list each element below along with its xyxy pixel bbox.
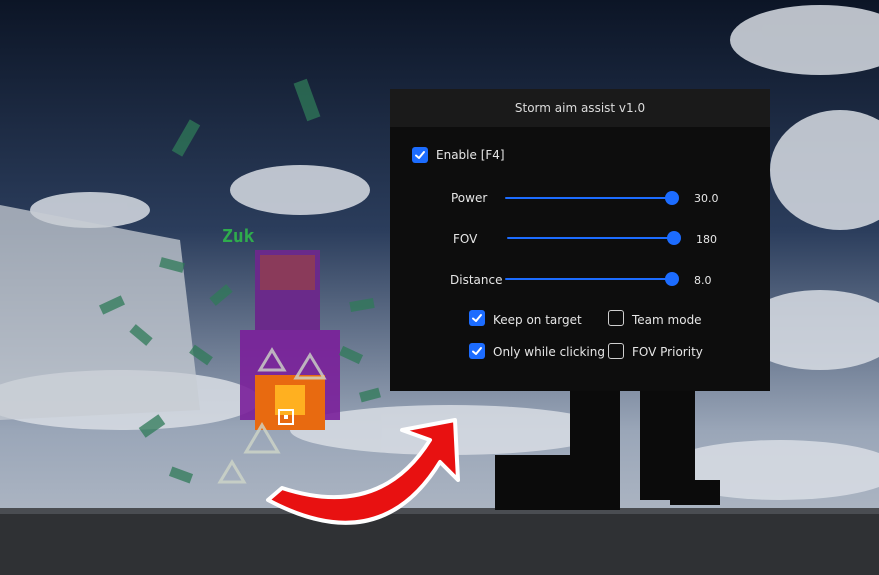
enable-checkbox[interactable] xyxy=(412,147,428,163)
crosshair-icon xyxy=(276,407,296,427)
only-while-clicking-checkbox[interactable] xyxy=(469,343,485,359)
aim-assist-window: Storm aim assist v1.0 Enable [F4] Power … xyxy=(390,89,770,391)
checkmark-icon xyxy=(472,314,482,322)
window-title: Storm aim assist v1.0 xyxy=(514,101,646,115)
team-mode-label: Team mode xyxy=(632,313,702,327)
checkmark-icon xyxy=(472,347,482,355)
fov-priority-checkbox[interactable] xyxy=(608,343,624,359)
window-title-bar[interactable]: Storm aim assist v1.0 xyxy=(390,89,770,127)
power-slider-thumb[interactable] xyxy=(665,191,679,205)
power-slider-value: 30.0 xyxy=(694,192,719,205)
fov-slider-track[interactable] xyxy=(507,237,674,239)
enable-label: Enable [F4] xyxy=(436,148,505,162)
power-slider-track[interactable] xyxy=(505,197,672,199)
fov-slider-value: 180 xyxy=(696,233,717,246)
distance-slider-thumb[interactable] xyxy=(665,272,679,286)
distance-slider-track[interactable] xyxy=(505,278,672,280)
fov-slider-thumb[interactable] xyxy=(667,231,681,245)
power-slider-label: Power xyxy=(451,191,488,205)
fov-slider-label: FOV xyxy=(453,232,478,246)
keep-on-target-label: Keep on target xyxy=(493,313,582,327)
distance-slider-value: 8.0 xyxy=(694,274,712,287)
player-nametag: Zuk xyxy=(222,226,255,247)
distance-slider-label: Distance xyxy=(450,273,503,287)
checkmark-icon xyxy=(415,151,425,159)
only-while-clicking-label: Only while clicking xyxy=(493,345,605,359)
keep-on-target-checkbox[interactable] xyxy=(469,310,485,326)
team-mode-checkbox[interactable] xyxy=(608,310,624,326)
fov-priority-label: FOV Priority xyxy=(632,345,703,359)
